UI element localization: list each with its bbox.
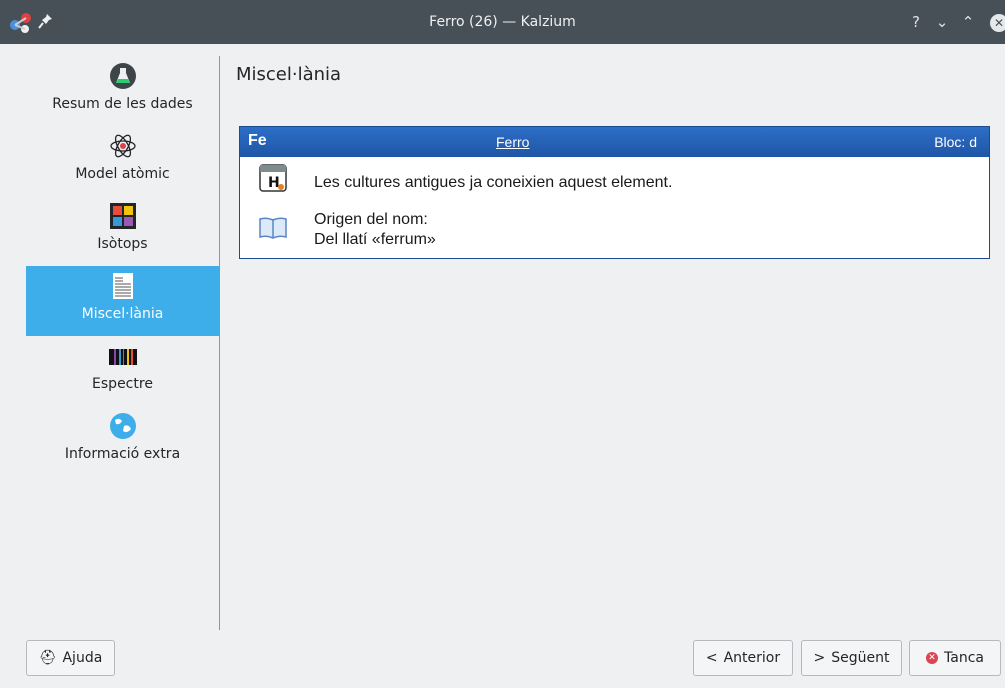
sidebar-item-atom-model[interactable]: Model atòmic <box>26 126 219 196</box>
page-title: Miscel·lània <box>236 64 342 85</box>
sidebar-item-label: Miscel·lània <box>81 306 164 322</box>
close-icon: ✕ <box>926 652 939 664</box>
sidebar-item-miscellany[interactable]: Miscel·lània <box>26 266 219 336</box>
chevron-left-icon: < <box>705 650 718 666</box>
sidebar-item-data-overview[interactable]: Resum de les dades <box>26 56 219 126</box>
panel-header: Fe Ferro Bloc: d <box>240 127 989 157</box>
isotope-table-icon <box>110 203 136 229</box>
sidebar-item-label: Isòtops <box>97 236 148 252</box>
sidebar-item-label: Informació extra <box>64 446 181 462</box>
spectrum-icon <box>109 349 137 365</box>
sidebar-item-spectrum[interactable]: Espectre <box>26 336 219 406</box>
help-button-label: Ajuda <box>62 650 103 666</box>
sidebar-item-label: Espectre <box>92 376 153 392</box>
next-button-label: Següent <box>831 650 890 666</box>
sidebar-item-label: Resum de les dades <box>52 96 193 112</box>
element-symbol: Fe <box>248 132 267 149</box>
maximize-button[interactable]: ⌃ <box>958 0 978 44</box>
page-navigation-sidebar: Resum de les dades Model atòmic Isòtops … <box>26 56 219 630</box>
minimize-button[interactable]: ⌄ <box>932 0 952 44</box>
element-name-link[interactable]: Ferro <box>496 134 529 150</box>
close-window-button[interactable]: ✕ <box>990 14 1005 32</box>
element-info-panel: Fe Ferro Bloc: d H Les cultures antigues… <box>239 126 990 259</box>
window-titlebar: Ferro (26) — Kalzium ? ⌄ ⌃ ✕ <box>0 0 1005 44</box>
svg-text:H: H <box>268 175 280 191</box>
flask-icon <box>110 63 136 89</box>
fact-text: Les cultures antigues ja coneixien aques… <box>314 174 673 191</box>
next-button[interactable]: > Següent <box>801 640 902 676</box>
chevron-right-icon: > <box>813 650 826 666</box>
window-title: Ferro (26) — Kalzium <box>429 14 576 30</box>
sidebar-item-isotopes[interactable]: Isòtops <box>26 196 219 266</box>
help-button[interactable]: ⛑ Ajuda <box>26 640 115 676</box>
close-button[interactable]: ✕ Tanca <box>909 640 1001 676</box>
book-icon <box>259 217 287 239</box>
help-window-button[interactable]: ? <box>906 0 926 44</box>
atom-icon <box>110 134 136 158</box>
element-block: Bloc: d <box>934 134 977 150</box>
sidebar-divider <box>219 56 220 630</box>
previous-button-label: Anterior <box>723 650 781 666</box>
globe-icon <box>110 413 136 439</box>
previous-button[interactable]: < Anterior <box>693 640 793 676</box>
close-button-label: Tanca <box>944 650 984 666</box>
sidebar-item-label: Model atòmic <box>75 166 170 182</box>
lifebuoy-icon: ⛑ <box>38 650 57 666</box>
document-icon <box>113 273 133 299</box>
name-origin-label: Origen del nom: <box>314 211 428 228</box>
discovery-date-icon: H <box>259 164 287 192</box>
name-origin-value: Del llatí «ferrum» <box>314 231 436 248</box>
sidebar-item-extra-info[interactable]: Informació extra <box>26 406 219 476</box>
